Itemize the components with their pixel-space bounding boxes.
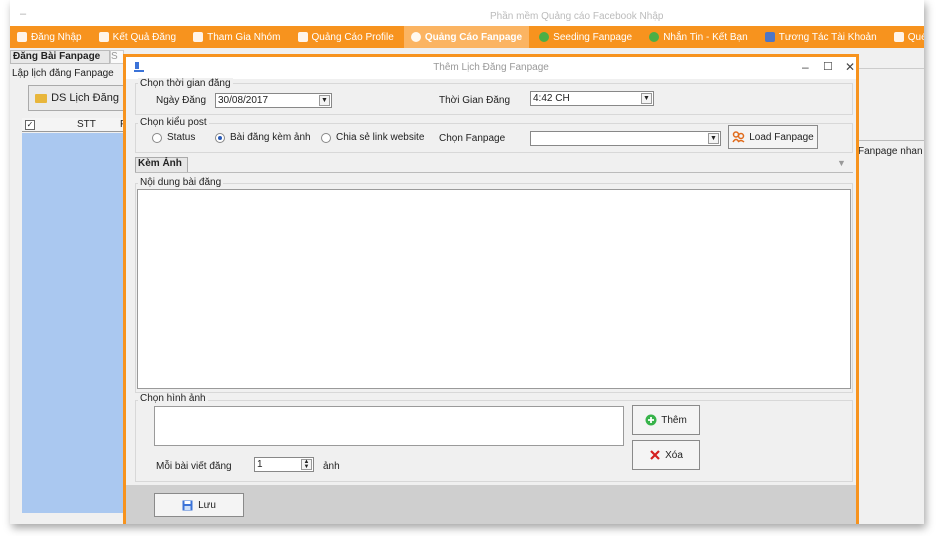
app-titlebar: – Phần mềm Quảng cáo Facebook Nhập (10, 0, 924, 26)
folder-icon (35, 93, 48, 103)
add-image-label: Thêm (661, 414, 687, 426)
date-picker[interactable]: 30/08/2017 ▼ (215, 93, 332, 108)
radio-status-label: Status (167, 132, 196, 143)
post-type-legend: Chọn kiểu post (138, 117, 209, 128)
divider (856, 68, 924, 69)
main-menu: Đăng Nhập Kết Quả Đăng Tham Gia Nhóm Quả… (10, 26, 924, 48)
menu-interact[interactable]: Tương Tác Tài Khoản (758, 26, 884, 48)
delete-image-button[interactable]: Xóa (632, 440, 700, 470)
tab-attach-image[interactable]: Kèm Ảnh (135, 157, 188, 172)
tab-second[interactable]: S (110, 50, 124, 64)
radio-status-dot[interactable] (152, 132, 162, 143)
radio-share-link[interactable]: Chia sẻ link website (321, 132, 424, 143)
date-value: 30/08/2017 (218, 95, 269, 106)
tab-divider (135, 172, 853, 173)
menu-profile-ads-label: Quảng Cáo Profile (311, 31, 394, 43)
group-icon (193, 32, 204, 42)
add-icon (645, 414, 657, 426)
radio-share-link-label: Chia sẻ link website (336, 132, 425, 143)
chevron-down-icon[interactable]: ▼ (319, 95, 330, 106)
menu-message-label: Nhắn Tin - Kết Bạn (663, 31, 748, 43)
menu-seeding[interactable]: Seeding Fanpage (532, 26, 639, 48)
menu-results[interactable]: Kết Quả Đăng (92, 26, 183, 48)
divider (856, 140, 924, 141)
users-icon (764, 32, 775, 42)
menu-interact-label: Tương Tác Tài Khoản (778, 31, 877, 43)
save-button[interactable]: Lưu (154, 493, 244, 517)
app-title: Phần mềm Quảng cáo Facebook Nhập (490, 11, 664, 22)
per-post-stepper[interactable]: 1 ▲ ▼ (254, 457, 314, 472)
radio-image-post[interactable]: Bài đăng kèm ảnh (215, 132, 311, 143)
image-list[interactable] (154, 406, 624, 446)
login-icon (17, 32, 27, 42)
load-fanpage-button[interactable]: Load Fanpage (728, 125, 818, 149)
content-legend: Nội dung bài đăng (138, 177, 224, 188)
dialog-title: Thêm Lịch Đăng Fanpage (433, 62, 549, 73)
time-picker[interactable]: 4:42 CH ▼ (530, 91, 654, 106)
per-post-unit: ảnh (323, 461, 340, 472)
radio-image-post-dot[interactable] (215, 132, 225, 143)
dollar-icon (539, 32, 550, 42)
load-fanpage-label: Load Fanpage (749, 131, 814, 143)
delete-icon (650, 450, 660, 460)
menu-join-group-label: Tham Gia Nhóm (207, 31, 281, 43)
fanpage-label: Chọn Fanpage (439, 133, 506, 144)
content-textarea[interactable] (137, 189, 851, 389)
menu-message[interactable]: Nhắn Tin - Kết Bạn (642, 26, 755, 48)
scan-icon (893, 32, 904, 42)
schedule-list-label: DS Lịch Đăng (51, 92, 119, 104)
chat-icon (649, 32, 660, 42)
menu-login[interactable]: Đăng Nhập (10, 26, 89, 48)
menu-profile-ads[interactable]: Quảng Cáo Profile (291, 26, 401, 48)
maximize-icon[interactable]: ☐ (823, 60, 833, 73)
chevron-down-icon[interactable]: ▼ (641, 93, 652, 104)
per-post-label: Mỗi bài viết đăng (156, 461, 232, 472)
schedule-list-button[interactable]: DS Lịch Đăng (28, 85, 126, 111)
menu-seeding-label: Seeding Fanpage (553, 31, 633, 43)
fanpage-icon (410, 32, 421, 42)
per-post-value: 1 (257, 459, 263, 470)
image-group-legend: Chọn hình ảnh (138, 393, 208, 404)
time-label: Thời Gian Đăng (439, 95, 511, 106)
menu-join-group[interactable]: Tham Gia Nhóm (186, 26, 287, 48)
dialog-titlebar: Thêm Lịch Đăng Fanpage – ☐ ✕ (126, 57, 856, 79)
tab-scroll-down-icon[interactable]: ▼ (837, 158, 846, 168)
floppy-disk-icon (182, 500, 193, 510)
schedule-section-label: Lập lịch đăng Fanpage (12, 68, 114, 79)
radio-share-link-dot[interactable] (321, 132, 331, 143)
schedule-grid[interactable] (22, 133, 128, 513)
fanpage-select[interactable]: ▼ (530, 131, 721, 146)
menu-scan-label: Quét H (907, 31, 924, 43)
add-image-button[interactable]: Thêm (632, 405, 700, 435)
grid-col-stt: STT (77, 119, 96, 130)
menu-fanpage-ads[interactable]: Quảng Cáo Fanpage (403, 26, 530, 48)
users-icon (732, 131, 745, 143)
grid-header: ✓ STT Fa (22, 118, 132, 132)
results-icon (98, 32, 109, 42)
system-menu-icon[interactable]: – (20, 8, 26, 20)
radio-image-post-label: Bài đăng kèm ảnh (230, 132, 311, 143)
menu-scan[interactable]: Quét H (887, 26, 924, 48)
stepper-arrows-icon[interactable]: ▲ ▼ (301, 459, 312, 470)
delete-image-label: Xóa (665, 449, 683, 461)
menu-fanpage-ads-label: Quảng Cáo Fanpage (424, 31, 523, 43)
time-value: 4:42 CH (533, 93, 570, 104)
dialog-footer: Lưu (126, 485, 856, 524)
minimize-icon[interactable]: – (802, 60, 809, 74)
add-schedule-dialog: Thêm Lịch Đăng Fanpage – ☐ ✕ Chọn thời g… (123, 54, 859, 524)
close-icon[interactable]: ✕ (845, 60, 855, 74)
time-group-legend: Chọn thời gian đăng (138, 78, 233, 89)
grid-col-fanpage-receive: Fanpage nhan (858, 146, 923, 157)
select-all-checkbox[interactable]: ✓ (25, 120, 35, 130)
chevron-down-icon[interactable]: ▼ (708, 133, 719, 144)
menu-results-label: Kết Quả Đăng (112, 31, 177, 43)
save-label: Lưu (198, 499, 216, 511)
menu-login-label: Đăng Nhập (31, 31, 82, 43)
radio-status[interactable]: Status (152, 132, 195, 143)
profile-icon (297, 32, 308, 42)
date-label: Ngày Đăng (156, 95, 207, 106)
app-window: – Phần mềm Quảng cáo Facebook Nhập Đăng … (10, 0, 924, 524)
tab-post-fanpage[interactable]: Đăng Bài Fanpage (10, 50, 110, 64)
